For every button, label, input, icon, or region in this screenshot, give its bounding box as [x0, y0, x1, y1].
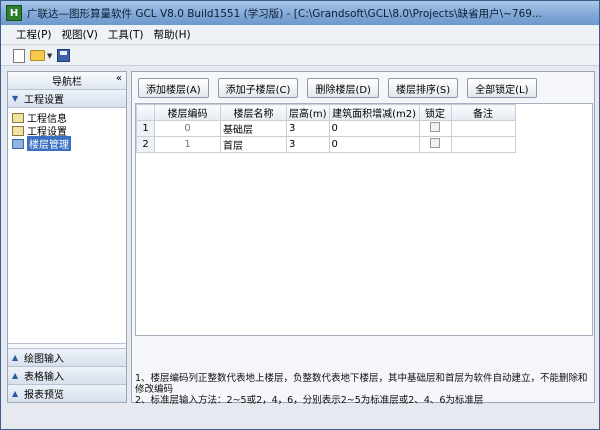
nav-header: 导航栏 « [8, 72, 126, 90]
lock-checkbox[interactable] [430, 122, 441, 132]
menu-help[interactable]: 帮助(H) [149, 27, 196, 42]
new-file-button[interactable] [11, 48, 27, 64]
lock-checkbox[interactable] [430, 138, 441, 148]
lock-cell [418, 136, 452, 153]
tree-item-project-info[interactable]: 工程信息 [8, 111, 126, 125]
action-button-row: 添加楼层(A) 添加子楼层(C) 删除楼层(D) 楼层排序(S) 全部锁定(L) [138, 78, 546, 98]
layers-icon [12, 138, 24, 149]
title-bar[interactable]: H 广联达—图形算量软件 GCL V8.0 Build1551 (学习版) - … [1, 1, 599, 25]
floor-code-cell[interactable]: 0 [154, 120, 221, 137]
floor-management-panel: 添加楼层(A) 添加子楼层(C) 删除楼层(D) 楼层排序(S) 全部锁定(L)… [131, 71, 595, 406]
floor-table: 楼层编码 楼层名称 层高(m) 建筑面积增减(m2) 锁定 备注 1 0 基础层… [136, 104, 516, 153]
window-title: 广联达—图形算量软件 GCL V8.0 Build1551 (学习版) - [C… [27, 7, 542, 20]
lock-all-button[interactable]: 全部锁定(L) [467, 78, 537, 98]
nav-section-drawing-input[interactable]: ▲ 绘图输入 [8, 348, 126, 366]
tree-item-floor-management[interactable]: 楼层管理 [8, 136, 126, 151]
floor-grid: 楼层编码 楼层名称 层高(m) 建筑面积增减(m2) 锁定 备注 1 0 基础层… [135, 103, 593, 336]
floor-area-cell[interactable]: 0 [328, 136, 420, 153]
nav-section-project-settings[interactable]: ▼ 工程设置 [8, 90, 126, 108]
app-window: H 广联达—图形算量软件 GCL V8.0 Build1551 (学习版) - … [0, 0, 600, 430]
add-floor-button[interactable]: 添加楼层(A) [138, 78, 209, 98]
floor-code-cell[interactable]: 1 [154, 136, 221, 153]
menu-view[interactable]: 视图(V) [57, 27, 103, 42]
column-header-name[interactable]: 楼层名称 [220, 104, 287, 121]
nav-section-report-preview[interactable]: ▲ 报表预览 [8, 384, 126, 402]
column-header-code[interactable]: 楼层编码 [154, 104, 221, 121]
nav-section-table-input[interactable]: ▲ 表格输入 [8, 366, 126, 384]
row-number: 1 [136, 120, 155, 137]
nav-tree: 工程信息 工程设置 楼层管理 [8, 108, 126, 344]
floor-height-cell[interactable]: 3 [286, 120, 330, 137]
note-cell[interactable] [450, 120, 516, 137]
floor-area-cell[interactable]: 0 [328, 120, 420, 137]
open-dropdown-icon[interactable]: ▼ [47, 52, 55, 60]
delete-floor-button[interactable]: 删除楼层(D) [307, 78, 379, 98]
new-document-icon [13, 48, 25, 63]
table-row[interactable]: 1 0 基础层 3 0 [136, 120, 516, 137]
table-header-row: 楼层编码 楼层名称 层高(m) 建筑面积增减(m2) 锁定 备注 [136, 104, 516, 121]
menu-project[interactable]: 工程(P) [11, 27, 57, 42]
expand-down-icon: ▼ [12, 94, 19, 103]
info-icon [12, 112, 24, 123]
expand-up-icon: ▲ [12, 389, 19, 398]
collapse-icon[interactable]: « [116, 73, 122, 84]
column-header-area[interactable]: 建筑面积增减(m2) [328, 104, 420, 121]
column-header-height[interactable]: 层高(m) [286, 104, 330, 121]
tree-item-label: 楼层管理 [27, 136, 71, 151]
open-file-button[interactable] [29, 48, 45, 64]
nav-section-label: 报表预览 [24, 390, 64, 401]
nav-section-label: 工程设置 [24, 95, 64, 106]
column-header-rownum [136, 104, 155, 121]
expand-up-icon: ▲ [12, 371, 19, 380]
nav-title: 导航栏 [52, 77, 82, 88]
save-button[interactable] [55, 48, 71, 64]
expand-up-icon: ▲ [12, 353, 19, 362]
app-logo-icon: H [6, 5, 22, 21]
floor-name-cell[interactable]: 首层 [220, 136, 287, 153]
note-cell[interactable] [450, 136, 516, 153]
nav-section-label: 绘图输入 [24, 354, 64, 365]
floor-height-cell[interactable]: 3 [286, 136, 330, 153]
column-header-lock[interactable]: 锁定 [418, 104, 452, 121]
save-disk-icon [56, 49, 70, 62]
help-note-2: 2、标准层输入方法：2~5或2，4，6，分别表示2~5为标准层或2、4、6为标准… [135, 395, 484, 406]
nav-bottom-sections: ▲ 绘图输入 ▲ 表格输入 ▲ 报表预览 [8, 348, 126, 402]
nav-section-label: 表格输入 [24, 372, 64, 383]
lock-cell [418, 120, 452, 137]
menu-bar: 工程(P) 视图(V) 工具(T) 帮助(H) [1, 25, 599, 45]
settings-icon [12, 125, 24, 136]
sort-floors-button[interactable]: 楼层排序(S) [387, 78, 459, 98]
open-folder-icon [29, 50, 45, 61]
navigation-panel: 导航栏 « ▼ 工程设置 工程信息 工程设置 楼层管理 ▲ 绘图输入 ▲ 表格输… [7, 71, 127, 403]
row-number: 2 [136, 136, 155, 153]
table-row[interactable]: 2 1 首层 3 0 [136, 136, 516, 153]
column-header-note[interactable]: 备注 [450, 104, 516, 121]
help-note-1: 1、楼层编码列正整数代表地上楼层，负整数代表地下楼层，其中基础层和首层为软件自动… [135, 373, 588, 395]
menu-tools[interactable]: 工具(T) [103, 27, 149, 42]
add-subfloor-button[interactable]: 添加子楼层(C) [217, 78, 299, 98]
toolbar: ▼ [1, 46, 599, 66]
help-notes: 1、楼层编码列正整数代表地上楼层，负整数代表地下楼层，其中基础层和首层为软件自动… [135, 373, 591, 406]
floor-name-cell[interactable]: 基础层 [220, 120, 287, 137]
